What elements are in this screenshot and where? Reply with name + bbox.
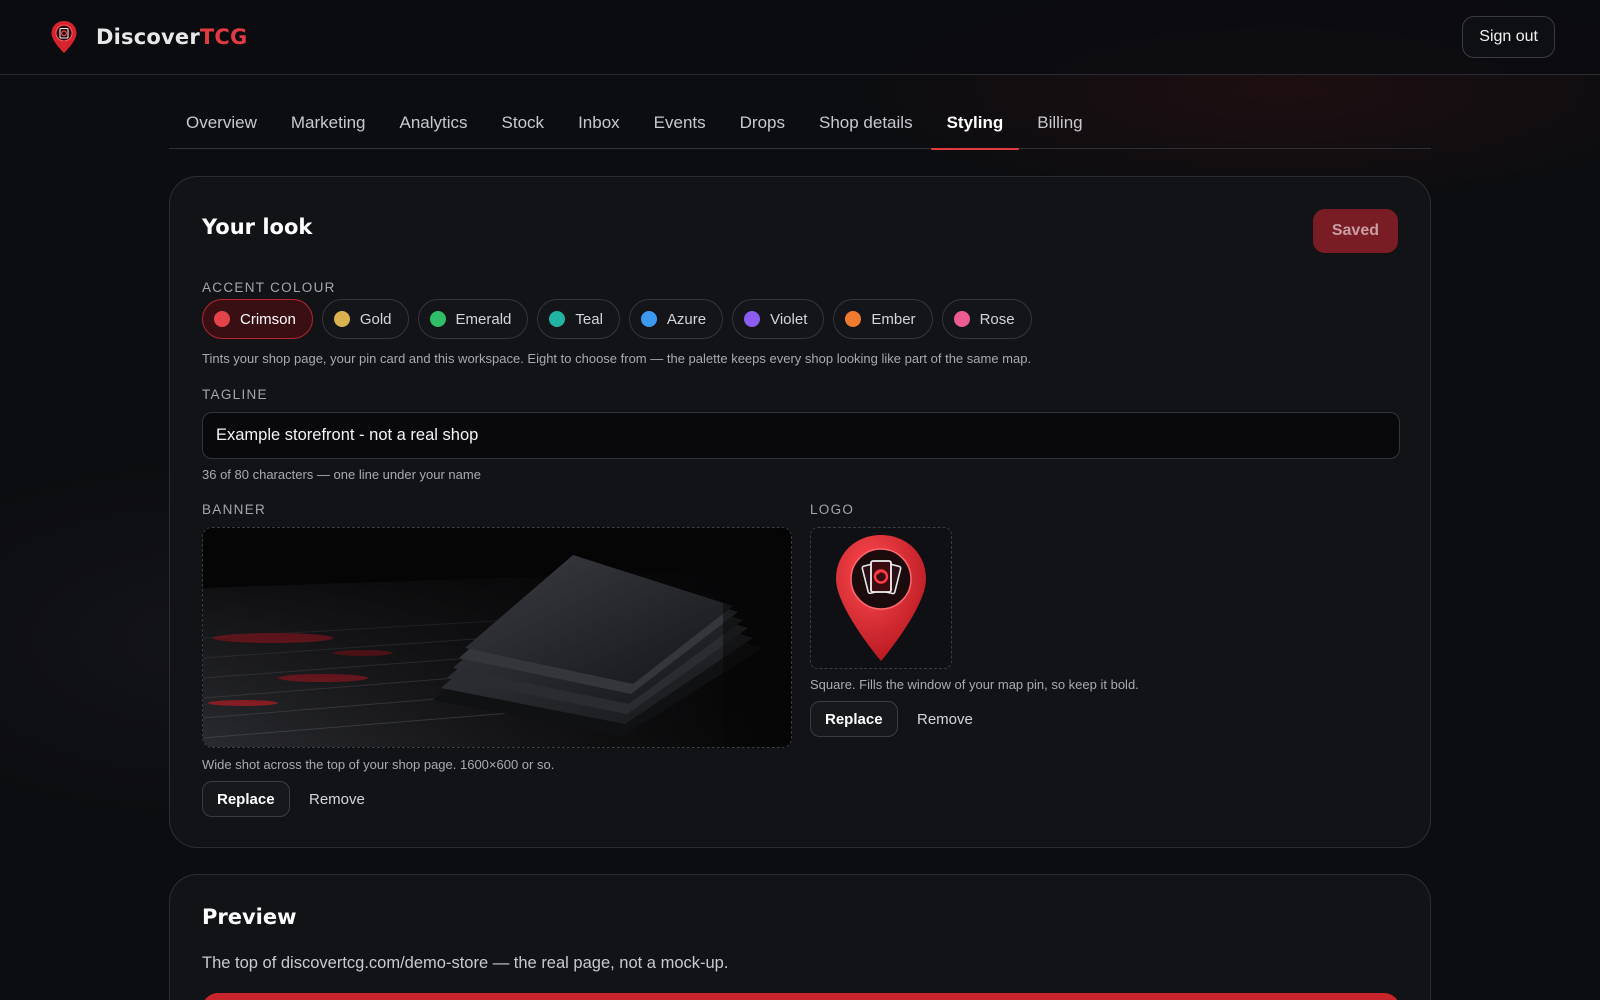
accent-option-label: Gold <box>359 310 392 328</box>
tab-events[interactable]: Events <box>637 98 723 149</box>
logo-remove-button[interactable]: Remove <box>917 701 973 737</box>
tab-drops[interactable]: Drops <box>723 98 802 149</box>
brand-name: DiscoverTCG <box>96 25 247 49</box>
accent-option-gold[interactable]: Gold <box>321 299 409 339</box>
preview-shop-banner <box>202 993 1400 1000</box>
brand-name-tcg: TCG <box>199 25 248 49</box>
tab-billing[interactable]: Billing <box>1020 98 1099 149</box>
accent-option-label: Rose <box>979 310 1015 328</box>
colour-dot-icon <box>429 311 446 327</box>
banner-replace-button[interactable]: Replace <box>202 781 290 817</box>
accent-option-rose[interactable]: Rose <box>941 299 1032 339</box>
banner-remove-button[interactable]: Remove <box>309 781 365 817</box>
accent-option-crimson[interactable]: Crimson <box>202 299 313 339</box>
accent-option-label: Violet <box>770 310 808 328</box>
tab-marketing[interactable]: Marketing <box>274 98 383 149</box>
brand-name-discover: Discover <box>96 25 200 49</box>
accent-colour-help: Tints your shop page, your pin card and … <box>202 351 1032 366</box>
colour-dot-icon <box>744 311 761 327</box>
accent-colour-options: Crimson Gold Emerald Teal Azure Violet Ember Ro… <box>202 299 1032 339</box>
accent-option-label: Crimson <box>240 310 296 328</box>
tagline-label: Tagline <box>202 387 268 402</box>
colour-dot-icon <box>549 311 566 327</box>
your-look-card: Your look Saved Accent colour Crimson Gol… <box>169 176 1431 848</box>
map-pin-logo-icon <box>51 21 77 53</box>
preview-subtitle: The top of discovertcg.com/demo-store — … <box>202 954 729 972</box>
banner-label: Banner <box>202 502 267 517</box>
your-look-title: Your look <box>202 215 313 239</box>
logo-help: Square. Fills the window of your map pin… <box>810 677 1139 692</box>
colour-dot-icon <box>845 311 862 327</box>
tab-inbox[interactable]: Inbox <box>561 98 637 149</box>
accent-option-teal[interactable]: Teal <box>537 299 620 339</box>
accent-option-label: Azure <box>666 310 707 328</box>
preview-title: Preview <box>202 905 297 929</box>
accent-option-azure[interactable]: Azure <box>628 299 724 339</box>
sign-out-button[interactable]: Sign out <box>1462 16 1555 58</box>
colour-dot-icon <box>640 311 657 327</box>
saved-button[interactable]: Saved <box>1312 209 1398 253</box>
tagline-char-count: 36 of 80 characters — one line under you… <box>202 467 481 482</box>
workspace-tabs: Overview Marketing Analytics Stock Inbox Even… <box>169 98 1431 150</box>
accent-option-label: Emerald <box>455 310 512 328</box>
banner-help: Wide shot across the top of your shop pa… <box>202 757 555 772</box>
logo-replace-button[interactable]: Replace <box>810 701 898 737</box>
tab-overview[interactable]: Overview <box>169 98 274 149</box>
colour-dot-icon <box>214 311 230 327</box>
accent-option-label: Teal <box>575 310 603 328</box>
brand[interactable]: DiscoverTCG <box>50 20 247 54</box>
accent-option-emerald[interactable]: Emerald <box>417 299 529 339</box>
tagline-input[interactable]: Example storefront - not a real shop <box>202 412 1400 459</box>
preview-card: Preview The top of discovertcg.com/demo-… <box>169 874 1431 1000</box>
tab-shop-details[interactable]: Shop details <box>802 98 930 149</box>
colour-dot-icon <box>333 311 350 327</box>
colour-dot-icon <box>953 311 970 327</box>
tab-stock[interactable]: Stock <box>485 98 562 149</box>
tab-analytics[interactable]: Analytics <box>383 98 485 149</box>
map-pin-logo-icon <box>836 535 926 661</box>
tab-styling[interactable]: Styling <box>930 98 1021 150</box>
banner-photo-cards <box>203 528 791 747</box>
logo-image[interactable] <box>810 527 952 669</box>
logo-label: Logo <box>810 502 855 517</box>
accent-option-violet[interactable]: Violet <box>732 299 825 339</box>
banner-image[interactable] <box>202 527 792 748</box>
accent-option-label: Ember <box>871 310 916 328</box>
accent-option-ember[interactable]: Ember <box>833 299 933 339</box>
accent-colour-label: Accent colour <box>202 280 336 295</box>
top-bar: DiscoverTCG Sign out <box>0 0 1600 75</box>
